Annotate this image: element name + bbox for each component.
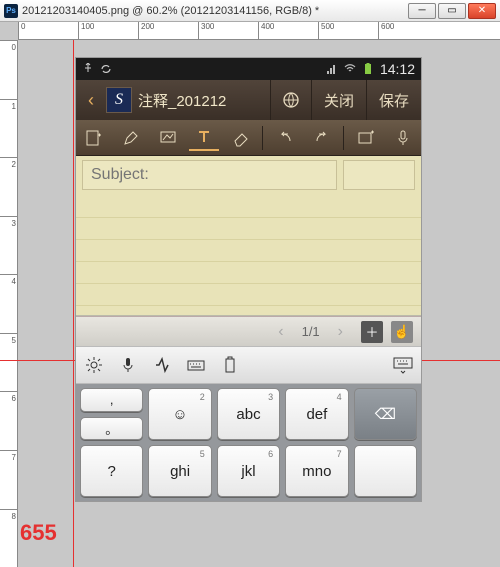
pen-icon [122, 129, 140, 147]
tag-box[interactable] [343, 160, 415, 190]
web-clip-button[interactable] [270, 80, 311, 120]
eraser-button[interactable] [226, 125, 256, 151]
handwriting-icon[interactable] [152, 355, 172, 375]
save-button[interactable]: 保存 [366, 80, 421, 120]
redo-icon [313, 129, 331, 147]
keyboard: , 。 2☺ 3abc 4def ⌫ ? 5ghi 6jkl 7mno [76, 384, 421, 501]
pen-button[interactable] [116, 125, 146, 151]
key-next[interactable] [354, 445, 417, 497]
text-button[interactable] [189, 125, 219, 151]
key-mno[interactable]: 7mno [285, 445, 348, 497]
note-canvas[interactable] [76, 156, 421, 316]
minimize-button[interactable]: ─ [408, 3, 436, 19]
add-page-icon[interactable]: ＋ [361, 321, 383, 343]
sync-icon [100, 63, 112, 75]
back-button[interactable]: ‹ [76, 90, 106, 111]
eraser-icon [232, 129, 250, 147]
page-indicator: 1/1 [302, 324, 320, 339]
globe-icon [281, 90, 301, 110]
phone-screenshot: 14:12 ‹ S 注释_201212 关闭 保存 [76, 58, 421, 501]
backspace-icon: ⌫ [375, 405, 396, 423]
settings-icon[interactable] [84, 355, 104, 375]
vertical-guide[interactable] [73, 40, 74, 567]
voice-memo-button[interactable] [388, 125, 418, 151]
key-abc[interactable]: 3abc [217, 388, 280, 440]
keyboard-layout-icon[interactable] [186, 355, 206, 375]
vertical-ruler: 012345678 [0, 40, 18, 567]
horizontal-ruler: 0100200300400500600 [18, 22, 500, 40]
signal-icon [326, 63, 338, 75]
window-close-button[interactable]: ✕ [468, 3, 496, 19]
redo-button[interactable] [307, 125, 337, 151]
clock-text: 14:12 [380, 61, 415, 77]
subject-input[interactable] [82, 160, 337, 190]
note-title: 注释_201212 [138, 90, 270, 111]
touch-mode-icon[interactable]: ☝ [391, 321, 413, 343]
ps-app-icon: Ps [4, 4, 18, 18]
clipboard-icon[interactable] [220, 355, 240, 375]
page-plus-icon [85, 129, 103, 147]
key-jkl[interactable]: 6jkl [217, 445, 280, 497]
next-page-button[interactable]: › [330, 323, 351, 341]
image-plus-icon [357, 129, 375, 147]
text-icon [195, 128, 213, 146]
usb-icon [82, 63, 94, 75]
prev-page-button[interactable]: ‹ [270, 323, 291, 341]
undo-button[interactable] [270, 125, 300, 151]
photoshop-titlebar: Ps 20121203140405.png @ 60.2% (201212031… [0, 0, 500, 22]
key-period[interactable]: 。 [80, 417, 143, 441]
app-header: ‹ S 注释_201212 关闭 保存 [76, 80, 421, 120]
key-emoji[interactable]: 2☺ [148, 388, 211, 440]
brush-icon [159, 129, 177, 147]
document-title: 20121203140405.png @ 60.2% (201212031411… [22, 5, 406, 17]
page-navigation-bar: ‹ 1/1 › ＋ ☝ [76, 316, 421, 346]
key-question[interactable]: ? [80, 445, 143, 497]
insert-image-button[interactable] [351, 125, 381, 151]
editor-toolbar [76, 120, 421, 156]
guide-measurement-label: 655 [20, 520, 57, 546]
mic-icon [394, 129, 412, 147]
key-comma[interactable]: , [80, 388, 143, 412]
ime-toolbar [76, 346, 421, 384]
android-statusbar: 14:12 [76, 58, 421, 80]
snote-logo-icon: S [106, 87, 132, 113]
key-def[interactable]: 4def [285, 388, 348, 440]
add-page-button[interactable] [79, 125, 109, 151]
undo-icon [276, 129, 294, 147]
maximize-button[interactable]: ▭ [438, 3, 466, 19]
key-ghi[interactable]: 5ghi [148, 445, 211, 497]
brush-button[interactable] [153, 125, 183, 151]
canvas-area[interactable]: 655 14:12 ‹ S 注释_201212 [18, 40, 500, 567]
key-backspace[interactable]: ⌫ [354, 388, 417, 440]
wifi-icon [344, 63, 356, 75]
close-button[interactable]: 关闭 [311, 80, 366, 120]
hide-keyboard-icon[interactable] [393, 355, 413, 375]
voice-input-icon[interactable] [118, 355, 138, 375]
battery-icon [362, 63, 374, 75]
